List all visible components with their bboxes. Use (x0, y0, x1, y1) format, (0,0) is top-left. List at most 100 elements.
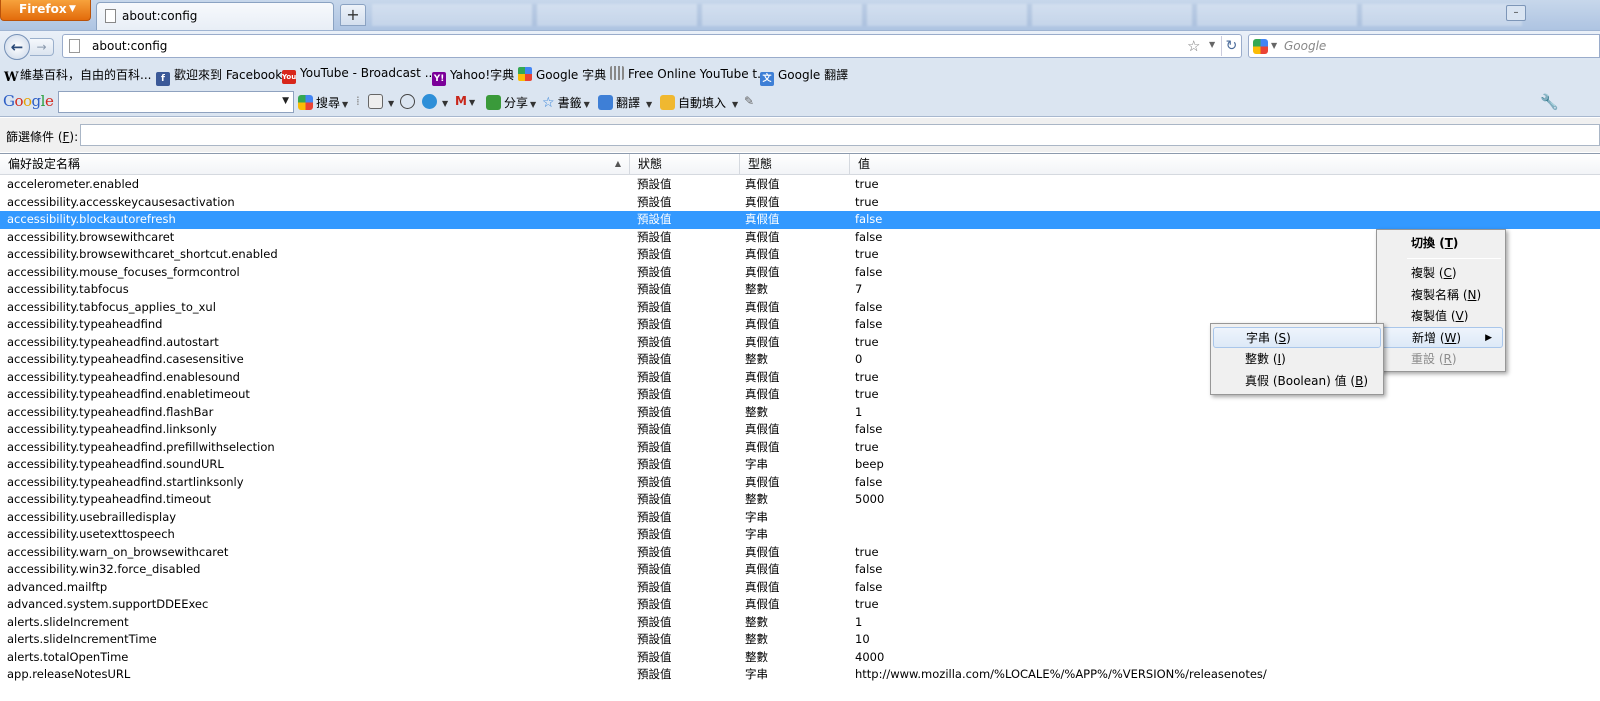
bookmark-google-dictionary[interactable]: Google 字典 (518, 66, 606, 83)
table-row[interactable]: accessibility.usetexttospeech 預設值 字串 (0, 526, 1600, 544)
chevron-down-icon[interactable]: ▼ (646, 100, 652, 109)
pref-name-cell: accessibility.accesskeycausesactivation (7, 194, 235, 209)
table-row[interactable]: accessibility.typeaheadfind.prefillwiths… (0, 439, 1600, 457)
table-row[interactable]: accessibility.typeaheadfind.soundURL 預設值 字… (0, 456, 1600, 474)
translate-button[interactable]: 翻譯 ▼ (598, 94, 652, 111)
new-tab-button[interactable]: + (340, 4, 366, 26)
extensions-button[interactable]: ▼ (422, 94, 448, 109)
bookmark-star-icon[interactable]: ☆ (1187, 37, 1200, 55)
engine-dropdown-icon[interactable]: ▼ (1271, 41, 1277, 50)
search-bar[interactable]: ▼ Google (1248, 34, 1600, 58)
submenu-item-integer[interactable]: 整數 (I) (1213, 349, 1381, 370)
chevron-down-icon[interactable]: ▼ (342, 100, 348, 109)
table-row[interactable]: accessibility.accesskeycausesactivation 預… (0, 194, 1600, 212)
pref-status-cell: 預設值 (637, 562, 672, 576)
filter-input[interactable] (80, 124, 1600, 146)
table-row[interactable]: accessibility.typeaheadfind.startlinkson… (0, 474, 1600, 492)
back-button[interactable]: ← (4, 34, 30, 60)
table-row[interactable]: accessibility.typeaheadfind.timeout 預設值 整數… (0, 491, 1600, 509)
submenu-item-string[interactable]: 字串 (S) (1213, 327, 1381, 348)
pref-name-cell: accessibility.warn_on_browsewithcaret (7, 544, 229, 559)
google-search-button[interactable]: 搜尋 ▼ (298, 94, 348, 111)
menu-accesskey: N (1467, 288, 1477, 302)
menu-item-new[interactable]: 新增 (W) ▶ (1379, 327, 1503, 348)
table-row[interactable]: accessibility.win32.force_disabled 預設值 真假值… (0, 561, 1600, 579)
table-row[interactable]: accessibility.browsewithcaret_shortcut.e… (0, 246, 1600, 264)
table-row[interactable]: accessibility.browsewithcaret 預設值 真假值 false (0, 229, 1600, 247)
menu-item-copy-value[interactable]: 複製值 (V) (1379, 306, 1503, 327)
bookmark-google-translate[interactable]: 文 Google 翻譯 (760, 66, 848, 86)
pagerank-button[interactable] (400, 94, 418, 109)
chevron-down-icon[interactable]: ▼ (584, 100, 590, 109)
gmail-button[interactable]: M ▼ (455, 94, 475, 108)
table-row[interactable]: accessibility.mouse_focuses_formcontrol 預… (0, 264, 1600, 282)
chevron-down-icon[interactable]: ▼ (388, 99, 394, 108)
table-row[interactable]: accessibility.warn_on_browsewithcaret 預設值… (0, 544, 1600, 562)
column-header-type[interactable]: 型態 (740, 154, 850, 174)
chevron-down-icon[interactable]: ▼ (442, 99, 448, 108)
chevron-down-icon[interactable]: ▼ (282, 96, 289, 106)
bookmark-yahoo[interactable]: Y! Yahoo!字典 (432, 66, 514, 86)
yahoo-icon: Y! (432, 72, 446, 86)
share-button[interactable]: 分享 ▼ (486, 94, 536, 111)
menu-accesskey: R (1443, 352, 1452, 366)
bookmark-youtube[interactable]: You YouTube - Broadcast ... (282, 66, 436, 84)
table-row[interactable]: accessibility.tabfocus 預設值 整數 7 (0, 281, 1600, 299)
pref-name-cell: accessibility.browsewithcaret_shortcut.e… (7, 247, 278, 261)
table-row[interactable]: alerts.slideIncrement 預設值 整數 1 (0, 614, 1600, 632)
pref-type-cell: 真假值 (745, 474, 780, 489)
table-row[interactable]: advanced.mailftp 預設值 真假值 false (0, 579, 1600, 597)
table-row[interactable]: app.releaseNotesURL 預設值 字串 http://www.mozil… (0, 666, 1600, 684)
bookmarks-button[interactable]: ☆ 書籤 ▼ (542, 94, 590, 111)
page-button[interactable]: ▼ (368, 94, 394, 109)
submenu-item-boolean[interactable]: 真假 (Boolean) 值 (B) (1213, 371, 1381, 392)
table-row[interactable]: accessibility.tabfocus_applies_to_xul 預設值… (0, 299, 1600, 317)
background-tabs[interactable] (372, 4, 1522, 26)
autofill-button[interactable]: 自動填入 ▼ (660, 94, 738, 111)
forward-button[interactable]: → (30, 38, 54, 56)
history-dropdown-icon[interactable]: ▼ (1209, 40, 1215, 49)
wikipedia-icon: W (4, 70, 19, 85)
table-row[interactable]: accessibility.usebrailledisplay 預設值 字串 (0, 509, 1600, 527)
reload-icon[interactable]: ↻ (1221, 36, 1241, 56)
table-row[interactable]: accelerometer.enabled 預設值 真假值 true (0, 176, 1600, 194)
google-toolbar: Google ▼ 搜尋 ▼ ⁞ ▼ ▼ M ▼ 分享 ▼ ☆ 書籤 ▼ 翻譯 ▼ 自動填入 ▼… (0, 87, 1600, 117)
table-row[interactable]: accessibility.typeaheadfind.flashBar 預設值 整… (0, 404, 1600, 422)
pref-type-cell: 真假值 (745, 369, 780, 384)
table-row[interactable]: accessibility.typeaheadfind.linksonly 預設值… (0, 421, 1600, 439)
minimize-icon[interactable]: – (1506, 5, 1526, 21)
pref-name-cell: alerts.slideIncrement (7, 614, 129, 629)
menu-item-copy-name[interactable]: 複製名稱 (N) (1379, 285, 1503, 306)
google-logo[interactable]: Google (3, 92, 54, 110)
google-toolbar-search-input[interactable]: ▼ (58, 91, 294, 113)
wrench-icon[interactable]: 🔧 (1540, 93, 1559, 111)
google-engine-icon[interactable] (1253, 39, 1268, 54)
column-header-name[interactable]: 偏好設定名稱 ▲ (0, 154, 630, 174)
chevron-down-icon[interactable]: ▼ (732, 100, 738, 109)
bookmark-youtube-tool[interactable]: Free Online YouTube t... (610, 66, 769, 81)
chevron-down-icon[interactable]: ▼ (530, 100, 536, 109)
pref-value-cell: false (855, 562, 883, 576)
bookmark-facebook[interactable]: f 歡迎來到 Facebook (156, 66, 282, 86)
tab-about-config[interactable]: about:config (96, 2, 334, 30)
menu-item-copy[interactable]: 複製 (C) (1379, 263, 1503, 284)
table-row[interactable]: accessibility.blockautorefresh 預設值 真假值 fals… (0, 211, 1600, 229)
bookmark-label: Free Online YouTube t... (628, 67, 769, 81)
url-text[interactable]: about:config (92, 39, 167, 53)
column-header-status[interactable]: 狀態 (630, 154, 740, 174)
menu-item-label: 整數 (1245, 352, 1270, 366)
bookmark-wikipedia[interactable]: W維基百科，自由的百科... (4, 66, 151, 85)
firefox-menu-button[interactable]: Firefox ▼ (0, 0, 91, 21)
pref-status-cell: 預設值 (637, 282, 672, 296)
url-bar[interactable]: about:config ☆ ▼ ↻ (62, 34, 1242, 58)
table-row[interactable]: alerts.slideIncrementTime 預設值 整數 10 (0, 631, 1600, 649)
pref-value-cell: 4000 (855, 649, 885, 664)
tab-strip: Firefox ▼ about:config + – (0, 0, 1600, 30)
table-row[interactable]: alerts.totalOpenTime 預設值 整數 4000 (0, 649, 1600, 667)
menu-item-toggle[interactable]: 切換 (T) (1379, 233, 1503, 254)
chevron-down-icon[interactable]: ▼ (469, 98, 475, 107)
table-row[interactable]: advanced.system.supportDDEExec 預設值 真假值 true (0, 596, 1600, 614)
column-header-value[interactable]: 值 (850, 154, 1600, 174)
highlighter-icon[interactable]: ✎ (744, 94, 754, 108)
bookmark-label: Yahoo!字典 (450, 68, 515, 82)
